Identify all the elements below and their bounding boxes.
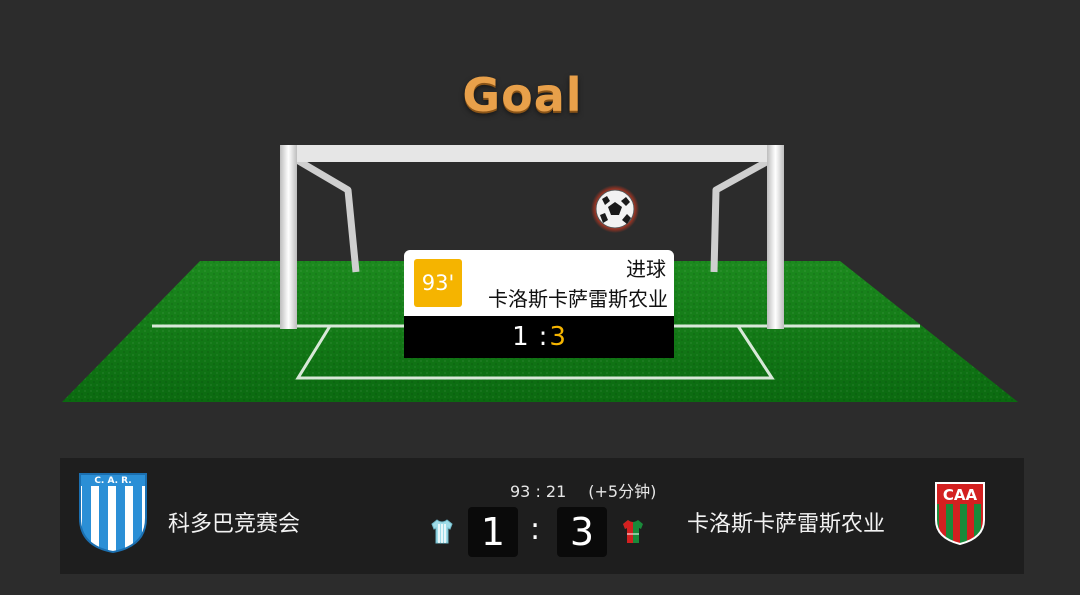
goal-crossbar (280, 145, 784, 162)
home-logo-text: C. A. R. (94, 476, 131, 486)
score-separator: : (530, 512, 541, 547)
event-score: 1 : 3 (404, 316, 674, 358)
soccer-ball-icon (591, 185, 639, 233)
event-team-name: 卡洛斯卡萨雷斯农业 (488, 287, 668, 311)
home-team-name[interactable]: 科多巴竞赛会 (168, 506, 300, 538)
away-team-logo[interactable]: CAA (933, 480, 987, 546)
goal-animation-stage: Goal 93' 进球 卡洛斯卡萨雷斯农业 1: 3 C. A. R. 科多巴… (0, 0, 1080, 595)
event-minute-badge: 93' (414, 259, 462, 307)
home-score: 1 (468, 507, 518, 557)
goal-event-card: 93' 进球 卡洛斯卡萨雷斯农业 1 : 3 (404, 250, 674, 358)
home-shirt-icon (431, 519, 453, 544)
match-added-time: (+5分钟) (588, 482, 657, 501)
match-time-elapsed: 93 : 21 (510, 482, 567, 501)
home-team-logo[interactable]: C. A. R. (76, 470, 150, 554)
goal-right-post (767, 145, 784, 329)
event-score-home: 1 (512, 322, 529, 352)
match-clock: 93 : 21 (+5分钟) (510, 478, 656, 502)
away-team-name[interactable]: 卡洛斯卡萨雷斯农业 (687, 506, 885, 538)
away-logo-text: CAA (943, 486, 978, 504)
away-shirt-icon (623, 520, 643, 543)
scoreboard: C. A. R. 科多巴竞赛会 93 : 21 (+5分钟) 1 : 3 卡洛斯卡… (60, 458, 1024, 574)
goal-left-post (280, 145, 297, 329)
event-score-separator: : (538, 322, 548, 352)
event-type-label: 进球 (626, 257, 666, 281)
event-score-away: 3 (549, 322, 566, 352)
away-score: 3 (557, 507, 607, 557)
event-card-header: 93' 进球 卡洛斯卡萨雷斯农业 (404, 250, 674, 316)
